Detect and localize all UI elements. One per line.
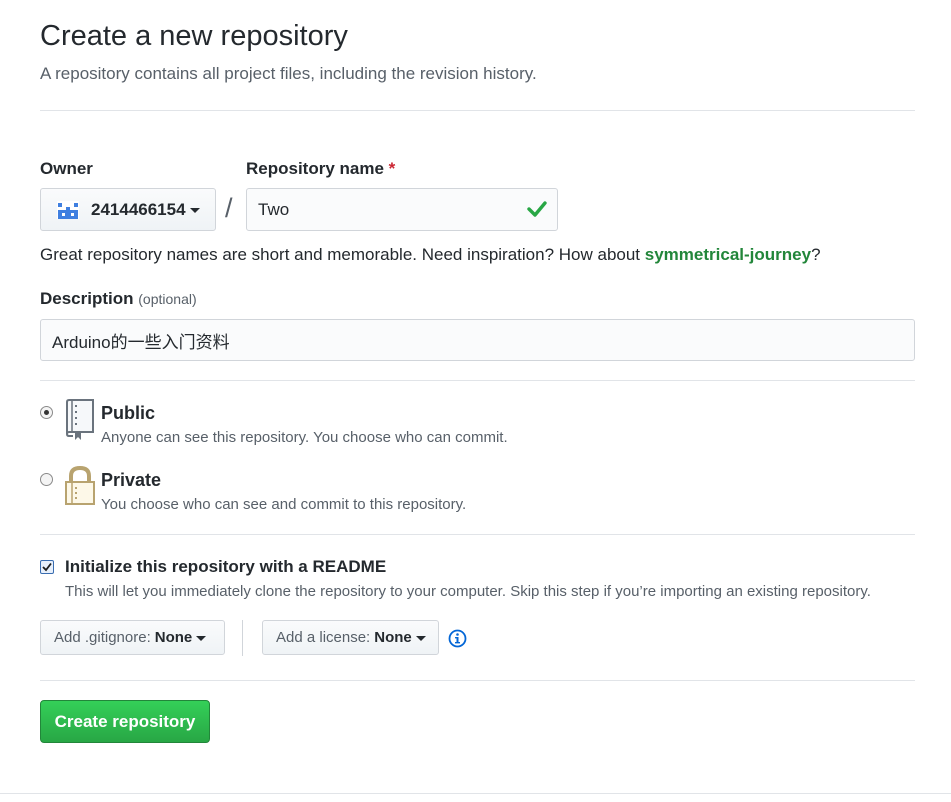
chevron-down-icon [196,636,207,641]
chevron-down-icon [189,208,200,213]
owner-value: 2414466154 [91,199,186,219]
button-divider [242,620,243,656]
optional-note: (optional) [138,291,197,307]
divider [40,110,915,111]
public-radio[interactable] [40,406,53,419]
repo-name-value: Two [258,199,290,219]
owner-select[interactable]: 2414466154 [40,188,216,231]
description-label: Description (optional) [40,289,197,308]
readme-checkbox[interactable] [40,560,54,574]
required-mark: * [388,159,396,178]
divider [40,534,915,535]
readme-note: This will let you immediately clone the … [65,583,871,600]
create-repository-button[interactable]: Create repository [40,700,210,743]
gitignore-value: None [154,629,193,646]
private-title: Private [101,470,162,490]
public-title: Public [101,403,156,423]
identicon-avatar [57,200,79,219]
lock-icon [64,465,96,511]
name-hint: Great repository names are short and mem… [40,245,821,264]
repo-name-label: Repository name * [246,159,396,178]
check-icon [527,200,547,223]
public-note: Anyone can see this repository. You choo… [101,429,508,446]
info-icon[interactable] [448,629,467,653]
license-value: None [374,629,412,646]
gitignore-label: Add .gitignore: [54,629,151,646]
checkmark-icon [42,562,52,572]
description-value: Arduino的一些入门资料 [52,332,230,352]
footer-divider [0,793,951,794]
divider [40,380,915,381]
repo-name-input[interactable]: Two [246,188,558,231]
readme-label[interactable]: Initialize this repository with a README [65,557,386,577]
gitignore-select[interactable]: Add .gitignore: None [40,620,225,655]
private-note: You choose who can see and commit to thi… [101,496,467,513]
page-title: Create a new repository [40,20,348,52]
owner-repo-separator: / [225,193,233,223]
page-subtitle: A repository contains all project files,… [40,64,537,83]
private-radio[interactable] [40,473,53,486]
owner-label: Owner [40,159,93,178]
license-select[interactable]: Add a license: None [262,620,439,655]
name-suggestion-link[interactable]: symmetrical-journey [645,245,811,264]
license-label: Add a license: [276,629,371,646]
chevron-down-icon [415,636,426,641]
divider [40,680,915,681]
description-input[interactable]: Arduino的一些入门资料 [40,319,915,361]
repo-book-icon [64,399,96,445]
